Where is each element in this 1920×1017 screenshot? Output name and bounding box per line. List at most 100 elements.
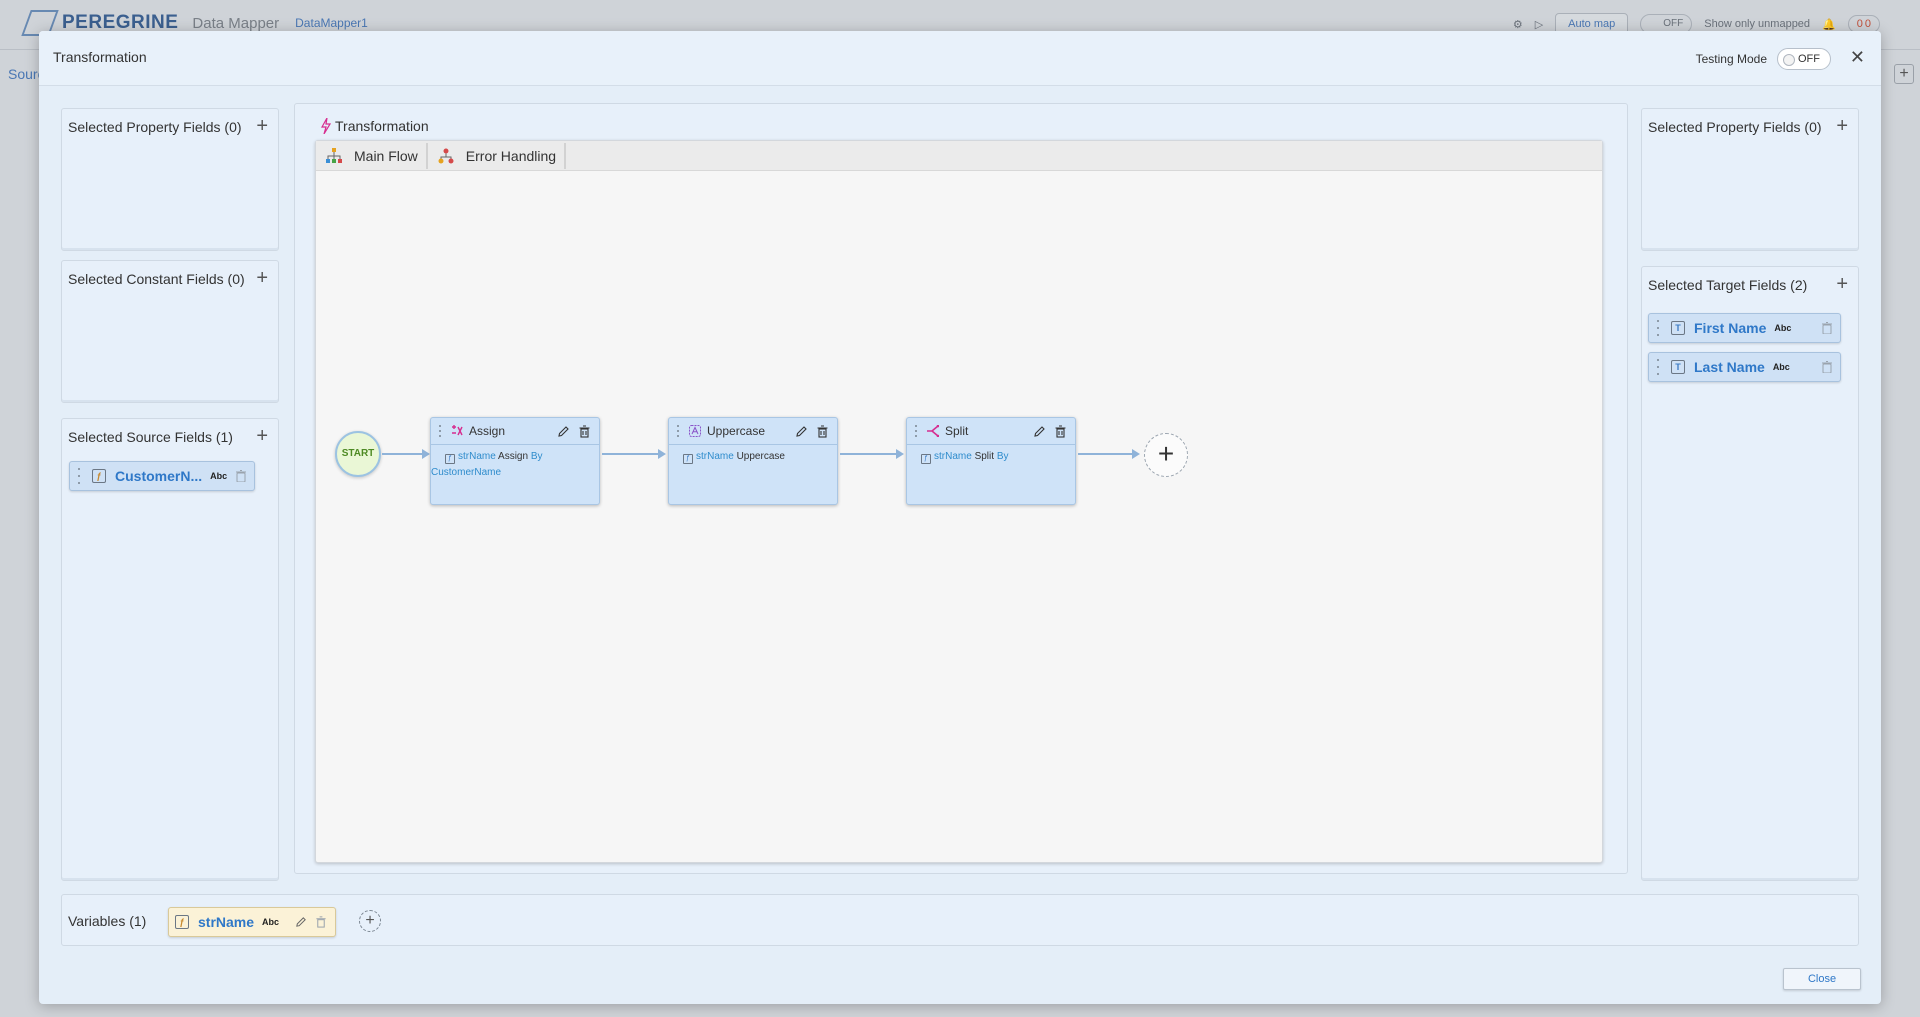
variables-panel: Variables (1) ƒ strName Abc + bbox=[61, 894, 1859, 946]
step-assign[interactable]: Assign ƒ strName Assign By CustomerName bbox=[430, 417, 600, 505]
step-split[interactable]: Split ƒ strName Split By bbox=[906, 417, 1076, 505]
add-property-field-button[interactable]: + bbox=[256, 116, 268, 136]
variables-title: Variables (1) bbox=[68, 913, 147, 929]
close-button[interactable]: Close bbox=[1783, 968, 1861, 990]
tab-error-handling[interactable]: Error Handling bbox=[428, 143, 567, 169]
drag-handle-icon[interactable] bbox=[673, 425, 683, 437]
right-property-fields-panel: Selected Property Fields (0) + bbox=[1641, 108, 1859, 251]
step-actions bbox=[795, 425, 829, 438]
trash-icon[interactable] bbox=[1822, 322, 1832, 334]
variable-icon: ƒ bbox=[445, 454, 455, 464]
add-constant-field-button[interactable]: + bbox=[256, 268, 268, 288]
step-uppercase[interactable]: Uppercase ƒ strName Uppercase bbox=[668, 417, 838, 505]
drag-handle-icon[interactable] bbox=[911, 425, 921, 437]
step-operation: Assign bbox=[498, 451, 529, 462]
drag-handle-icon[interactable] bbox=[1653, 359, 1663, 375]
step-actions bbox=[1033, 425, 1067, 438]
trash-icon[interactable] bbox=[315, 916, 327, 928]
transformation-title: Transformation bbox=[321, 118, 429, 134]
step-description: ƒ strName Uppercase bbox=[683, 449, 829, 465]
product-name: Data Mapper bbox=[192, 14, 280, 32]
modal-header: Transformation Testing Mode OFF ✕ bbox=[39, 31, 1881, 86]
add-icon: + bbox=[1894, 64, 1914, 84]
variable-type: Abc bbox=[262, 917, 280, 927]
variable-actions bbox=[295, 916, 327, 928]
step-keyword: By bbox=[996, 451, 1009, 462]
edit-icon[interactable] bbox=[557, 425, 570, 438]
error-flow-icon bbox=[438, 148, 454, 164]
add-source-field-button[interactable]: + bbox=[256, 426, 268, 446]
flow-arrow bbox=[840, 449, 904, 459]
flow-canvas[interactable]: Main Flow Error Handling START Assign ƒ … bbox=[315, 140, 1603, 863]
trash-icon[interactable] bbox=[1054, 425, 1067, 438]
step-header: Split bbox=[907, 418, 1075, 445]
tab-label: Error Handling bbox=[465, 148, 557, 164]
trash-icon[interactable] bbox=[1822, 361, 1832, 373]
drag-handle-icon[interactable] bbox=[435, 425, 445, 437]
variable-chip[interactable]: ƒ strName Abc bbox=[168, 907, 336, 937]
testing-mode-toggle[interactable]: OFF bbox=[1777, 48, 1831, 70]
transformation-title-text: Transformation bbox=[335, 118, 429, 134]
variable-icon: ƒ bbox=[683, 454, 693, 464]
flow-arrow bbox=[1078, 449, 1140, 459]
add-target-field-button[interactable]: + bbox=[1836, 274, 1848, 294]
add-variable-button[interactable]: + bbox=[359, 910, 381, 932]
source-fields-panel: Selected Source Fields (1) + ƒ CustomerN… bbox=[61, 418, 279, 881]
badge-errors: 0 bbox=[1856, 18, 1863, 30]
uppercase-icon bbox=[689, 425, 701, 437]
step-name: Split bbox=[945, 424, 969, 438]
trash-icon[interactable] bbox=[816, 425, 829, 438]
text-field-icon: T bbox=[1671, 360, 1685, 374]
variable-name: strName bbox=[198, 914, 255, 930]
flow-arrow bbox=[602, 449, 666, 459]
assign-icon bbox=[452, 425, 463, 436]
settings-icon: ⚙ bbox=[1512, 18, 1523, 31]
edit-icon[interactable] bbox=[295, 916, 307, 928]
field-type: Abc bbox=[1772, 362, 1790, 372]
panel-title: Selected Property Fields (0) bbox=[1648, 119, 1822, 135]
drag-handle-icon[interactable] bbox=[1653, 320, 1663, 336]
step-name: Uppercase bbox=[707, 424, 766, 438]
text-field-icon: T bbox=[1671, 321, 1685, 335]
close-icon[interactable]: ✕ bbox=[1850, 46, 1865, 68]
step-variable: strName bbox=[696, 451, 734, 462]
panel-title: Selected Target Fields (2) bbox=[1648, 277, 1808, 293]
badge-warnings: 0 bbox=[1864, 18, 1871, 30]
step-header: Assign bbox=[431, 418, 599, 445]
add-step-button[interactable]: + bbox=[1144, 433, 1188, 477]
trash-icon[interactable] bbox=[236, 470, 246, 482]
tab-main-flow[interactable]: Main Flow bbox=[316, 143, 428, 169]
step-header: Uppercase bbox=[669, 418, 837, 445]
source-field-chip[interactable]: ƒ CustomerN... Abc bbox=[69, 461, 255, 491]
field-type: Abc bbox=[1774, 323, 1792, 333]
edit-icon[interactable] bbox=[1033, 425, 1046, 438]
tab-label: Main Flow bbox=[354, 148, 418, 164]
show-unmapped-label: Show only unmapped bbox=[1704, 18, 1811, 30]
transformation-modal: Transformation Testing Mode OFF ✕ Select… bbox=[39, 31, 1881, 1004]
run-icon: ▷ bbox=[1534, 18, 1544, 31]
flow-tabs: Main Flow Error Handling bbox=[316, 141, 1602, 171]
testing-mode-label: Testing Mode bbox=[1695, 52, 1767, 66]
lightning-icon bbox=[321, 118, 331, 134]
start-node[interactable]: START bbox=[335, 431, 381, 477]
step-description: ƒ strName Assign By CustomerName bbox=[431, 449, 591, 481]
edit-icon[interactable] bbox=[795, 425, 808, 438]
step-description: ƒ strName Split By bbox=[921, 449, 1067, 465]
add-property-field-button[interactable]: + bbox=[1836, 116, 1848, 136]
panel-title: Selected Source Fields (1) bbox=[68, 429, 233, 445]
trash-icon[interactable] bbox=[578, 425, 591, 438]
step-argument: CustomerName bbox=[431, 467, 502, 478]
target-field-chip[interactable]: T First Name Abc bbox=[1648, 313, 1841, 343]
app-right-edge: + bbox=[1880, 60, 1920, 1010]
transformation-panel: Transformation Main Flow Error Handling … bbox=[294, 103, 1628, 874]
field-name: CustomerN... bbox=[115, 468, 203, 484]
panel-title: Selected Constant Fields (0) bbox=[68, 271, 245, 287]
field-name: Last Name bbox=[1694, 359, 1765, 375]
function-field-icon: ƒ bbox=[92, 469, 106, 483]
mapper-name: DataMapper1 bbox=[295, 16, 368, 30]
drag-handle-icon[interactable] bbox=[74, 468, 84, 484]
modal-title: Transformation bbox=[53, 49, 147, 65]
step-keyword: By bbox=[530, 451, 543, 462]
step-name: Assign bbox=[469, 424, 506, 438]
target-field-chip[interactable]: T Last Name Abc bbox=[1648, 352, 1841, 382]
